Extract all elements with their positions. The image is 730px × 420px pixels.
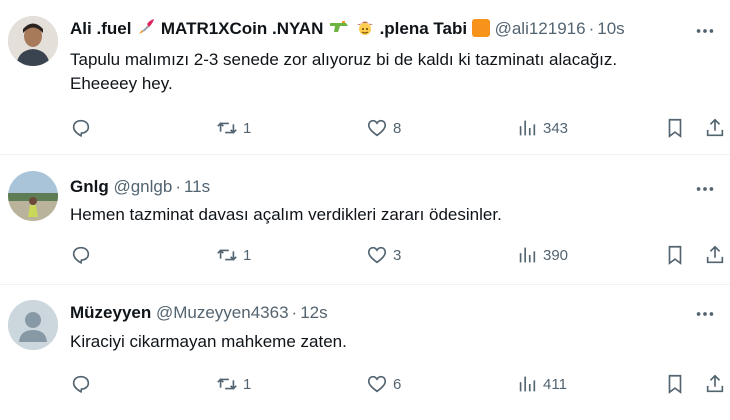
- tweet-1[interactable]: Ali .fuel MATR1XCoin .NYAN .plena Tabi @…: [0, 0, 730, 155]
- reply-button[interactable]: [70, 372, 97, 396]
- action-bar: 1 6 411: [70, 372, 730, 396]
- avatar-photo: [8, 171, 58, 221]
- retweet-count: 1: [243, 246, 252, 264]
- orange-square-badge: [471, 19, 490, 37]
- bookmark-icon: [668, 374, 682, 394]
- tweet-header: Ali .fuel MATR1XCoin .NYAN .plena Tabi @…: [70, 18, 625, 40]
- author-handle[interactable]: @ali121916: [495, 19, 586, 38]
- retweet-count: 1: [243, 119, 252, 137]
- avatar[interactable]: [8, 16, 58, 66]
- action-bar: 1 3 390: [70, 243, 730, 267]
- retweet-button[interactable]: 1: [216, 116, 251, 140]
- tweet-2[interactable]: Gnlg @gnlgb · 11s Hemen tazminat davası aç…: [0, 155, 730, 285]
- more-icon[interactable]: [694, 303, 716, 325]
- retweet-count: 1: [243, 375, 252, 393]
- tweet-text-line: Tapulu malımızı 2-3 senede zor alıyoruz …: [70, 50, 618, 69]
- default-avatar-icon: [8, 300, 58, 350]
- retweet-button[interactable]: 1: [216, 372, 251, 396]
- tweet-text-line: Eheeeey hey.: [70, 74, 173, 93]
- share-icon: [706, 118, 724, 137]
- separator-dot: ·: [175, 177, 181, 196]
- like-button[interactable]: 6: [366, 372, 401, 396]
- retweet-icon: [217, 378, 237, 390]
- like-button[interactable]: 8: [366, 116, 401, 140]
- share-button[interactable]: [704, 116, 726, 140]
- tweet-3[interactable]: Müzeyyen @Muzeyyen4363 · 12s Kiraciyi cika…: [0, 285, 730, 420]
- timestamp[interactable]: 12s: [300, 303, 327, 322]
- reply-icon: [72, 246, 90, 265]
- share-button[interactable]: [704, 372, 726, 396]
- action-bar: 1 8 343: [70, 116, 730, 140]
- tweet-text: Hemen tazminat davası açalım verdikleri …: [70, 203, 720, 227]
- more-icon[interactable]: [694, 20, 716, 42]
- like-icon: [367, 119, 387, 137]
- retweet-icon: [217, 122, 237, 134]
- reply-icon: [72, 375, 90, 394]
- author-handle[interactable]: @Muzeyyen4363: [156, 303, 289, 322]
- reply-icon: [72, 119, 90, 138]
- retweet-icon: [217, 249, 237, 261]
- separator-dot: ·: [588, 19, 595, 38]
- share-icon: [706, 245, 724, 264]
- author-name[interactable]: Ali .fuel MATR1XCoin .NYAN .plena Tabi: [70, 19, 495, 38]
- share-icon: [706, 374, 724, 393]
- bookmark-icon: [668, 118, 682, 138]
- retweet-button[interactable]: 1: [216, 243, 251, 267]
- bookmark-icon: [668, 245, 682, 265]
- timestamp[interactable]: 10s: [597, 19, 624, 38]
- tweet-header: Gnlg @gnlgb · 11s: [70, 176, 210, 198]
- tweet-text: Kiraciyi cikarmayan mahkeme zaten.: [70, 330, 720, 354]
- tweet-text-line: Hemen tazminat davası açalım verdikleri …: [70, 205, 502, 224]
- tweet-text-line: Kiraciyi cikarmayan mahkeme zaten.: [70, 332, 347, 351]
- more-icon[interactable]: [694, 178, 716, 200]
- tweet-header: Müzeyyen @Muzeyyen4363 · 12s: [70, 302, 328, 324]
- view-count: 343: [543, 119, 569, 137]
- views-icon: [519, 120, 536, 136]
- like-icon: [367, 246, 387, 264]
- views-button[interactable]: 411: [516, 372, 567, 396]
- avatar[interactable]: [8, 171, 58, 221]
- share-button[interactable]: [704, 243, 726, 267]
- views-button[interactable]: 390: [516, 243, 568, 267]
- bookmark-button[interactable]: [664, 243, 686, 267]
- cowboy-emoji-icon: [356, 21, 373, 35]
- author-name[interactable]: Müzeyyen: [70, 303, 151, 322]
- like-count: 3: [393, 246, 402, 264]
- reply-button[interactable]: [70, 243, 97, 267]
- water-gun-icon: [330, 21, 349, 32]
- like-button[interactable]: 3: [366, 243, 401, 267]
- view-count: 411: [543, 375, 567, 393]
- rocket-icon: [139, 19, 155, 34]
- author-handle[interactable]: @gnlgb: [113, 177, 172, 196]
- avatar[interactable]: [8, 300, 58, 350]
- tweet-text: Tapulu malımızı 2-3 senede zor alıyoruz …: [70, 48, 720, 96]
- like-icon: [367, 375, 387, 393]
- views-icon: [519, 247, 536, 263]
- timestamp[interactable]: 11s: [184, 177, 210, 196]
- views-button[interactable]: 343: [516, 116, 568, 140]
- author-name[interactable]: Gnlg: [70, 177, 109, 196]
- view-count: 390: [543, 246, 569, 264]
- bookmark-button[interactable]: [664, 116, 686, 140]
- reply-button[interactable]: [70, 116, 97, 140]
- bookmark-button[interactable]: [664, 372, 686, 396]
- separator-dot: ·: [291, 303, 298, 322]
- avatar-photo: [8, 16, 58, 66]
- like-count: 8: [393, 119, 402, 137]
- views-icon: [519, 376, 536, 392]
- like-count: 6: [393, 375, 402, 393]
